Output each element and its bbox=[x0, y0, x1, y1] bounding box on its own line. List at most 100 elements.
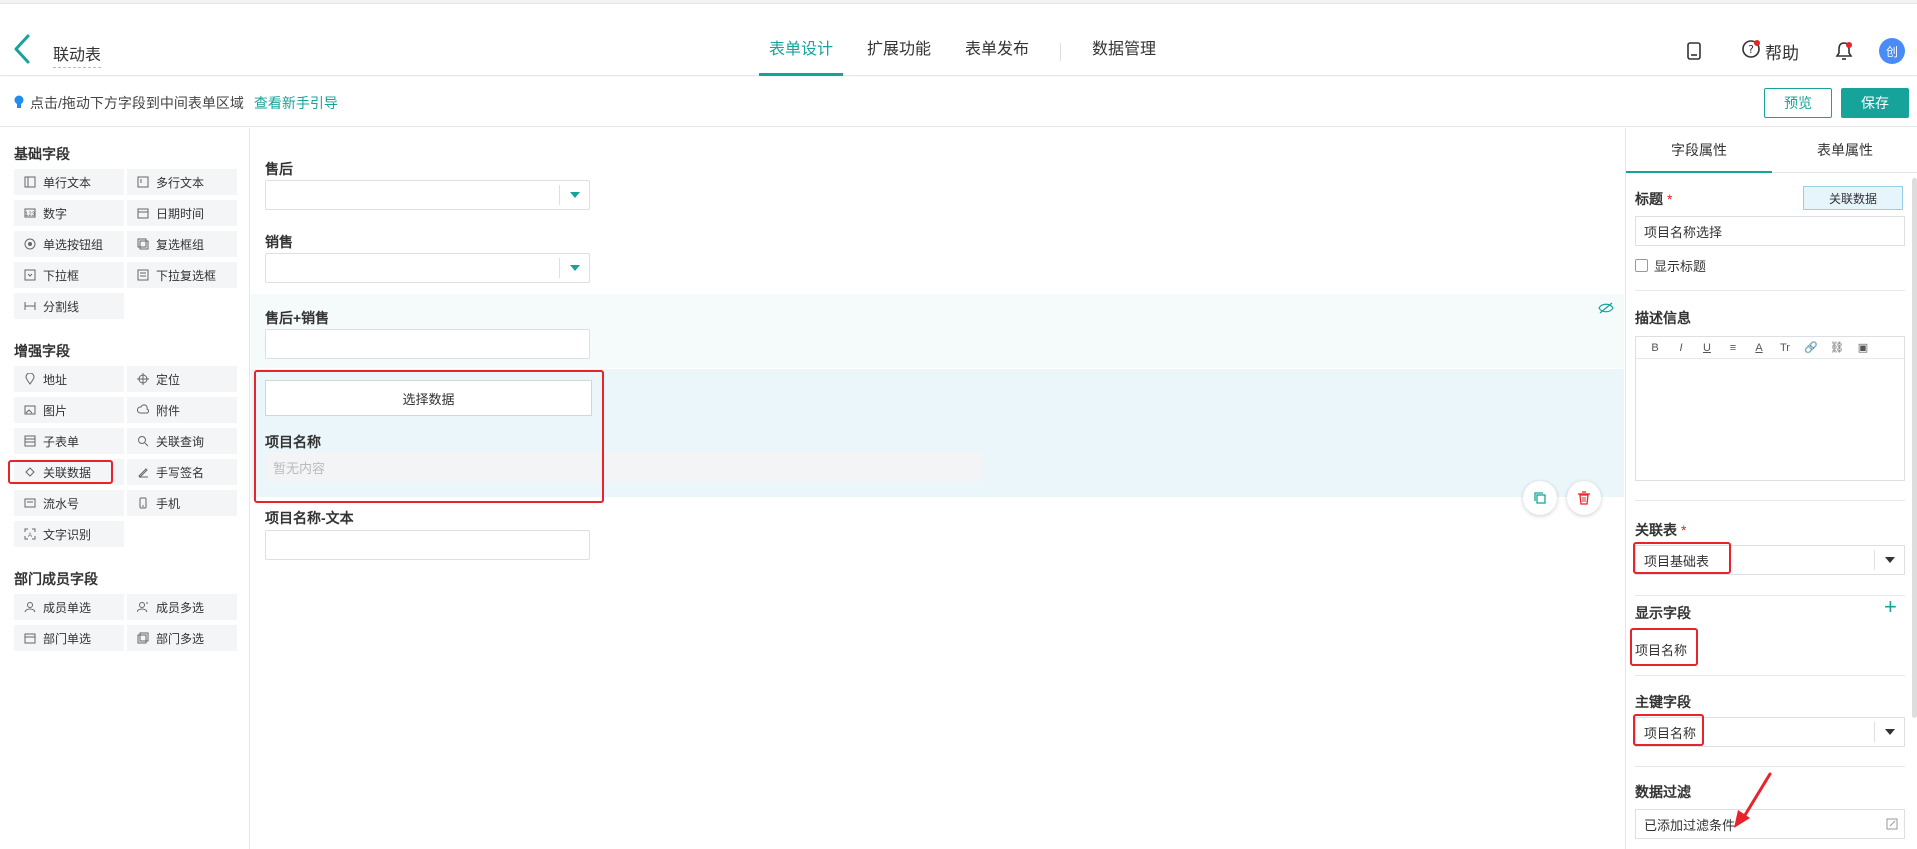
tab-extensions[interactable]: 扩展功能 bbox=[857, 28, 941, 76]
tab-form-properties[interactable]: 表单属性 bbox=[1772, 128, 1917, 172]
trash-icon[interactable] bbox=[1567, 481, 1601, 515]
back-arrow-icon[interactable] bbox=[12, 34, 32, 64]
bold-icon[interactable]: B bbox=[1642, 338, 1668, 358]
title-input[interactable]: 项目名称选择 bbox=[1635, 216, 1905, 246]
field-row-sum[interactable]: 售后+销售 bbox=[251, 294, 1624, 368]
tab-form-design[interactable]: 表单设计 bbox=[759, 28, 844, 76]
palette-item[interactable]: 附件 bbox=[127, 397, 237, 423]
link-icon[interactable]: 🔗 bbox=[1798, 338, 1824, 358]
palette-item[interactable]: 地址 bbox=[14, 366, 124, 392]
edit-icon[interactable] bbox=[1886, 818, 1898, 830]
field-label: 项目名称 bbox=[265, 434, 321, 450]
field-label: 售后+销售 bbox=[265, 310, 330, 326]
serial-icon bbox=[24, 497, 36, 509]
align-icon[interactable]: ≡ bbox=[1720, 338, 1746, 358]
project-name-text-input[interactable] bbox=[265, 530, 590, 560]
link-query-icon bbox=[137, 435, 149, 447]
save-button[interactable]: 保存 bbox=[1841, 88, 1909, 118]
sales-select[interactable] bbox=[265, 253, 590, 283]
italic-icon[interactable]: I bbox=[1668, 338, 1694, 358]
chevron-down-icon bbox=[1874, 722, 1904, 742]
filter-input[interactable]: 已添加过滤条件 bbox=[1635, 809, 1905, 839]
link-data-tag[interactable]: 关联数据 bbox=[1803, 186, 1903, 210]
eye-hidden-icon[interactable] bbox=[1598, 302, 1614, 317]
bell-icon[interactable] bbox=[1833, 40, 1855, 62]
svg-text:123: 123 bbox=[25, 212, 36, 218]
display-field-label: 显示字段 bbox=[1635, 605, 1691, 621]
show-title-row[interactable]: 显示标题 bbox=[1635, 256, 1706, 275]
multi-line-icon bbox=[137, 176, 149, 188]
font-size-icon[interactable]: Tr bbox=[1772, 338, 1798, 358]
palette-item[interactable]: 手机 bbox=[127, 490, 237, 516]
palette-item[interactable]: 复选框组 bbox=[127, 231, 237, 257]
palette-item[interactable]: A 文字识别 bbox=[14, 521, 124, 547]
palette-item[interactable]: 流水号 bbox=[14, 490, 124, 516]
svg-text:?: ? bbox=[1748, 43, 1754, 56]
font-color-icon[interactable]: A bbox=[1746, 338, 1772, 358]
location-pin-icon bbox=[24, 372, 36, 385]
help-button[interactable]: ? 帮助 bbox=[1741, 39, 1799, 64]
field-label: 销售 bbox=[265, 234, 293, 250]
palette-item[interactable]: 关联查询 bbox=[127, 428, 237, 454]
cloud-upload-icon bbox=[136, 404, 149, 416]
crosshair-icon bbox=[137, 373, 149, 385]
palette-item[interactable]: 单行文本 bbox=[14, 169, 124, 195]
guide-link[interactable]: 查看新手引导 bbox=[254, 93, 338, 113]
select-data-button[interactable]: 选择数据 bbox=[265, 380, 592, 416]
palette-item[interactable]: 定位 bbox=[127, 366, 237, 392]
palette-item[interactable]: 部门单选 bbox=[14, 625, 124, 651]
divider-icon bbox=[24, 300, 36, 312]
editor-body[interactable] bbox=[1636, 359, 1904, 480]
project-name-display: 暂无内容 bbox=[265, 452, 983, 482]
form-name[interactable]: 联动表 bbox=[53, 41, 102, 68]
unlink-icon[interactable]: ⛓ bbox=[1824, 338, 1850, 358]
palette-item[interactable]: 图片 bbox=[14, 397, 124, 423]
calendar-icon bbox=[137, 207, 149, 219]
preview-button[interactable]: 预览 bbox=[1764, 88, 1832, 118]
sum-input[interactable] bbox=[265, 329, 590, 359]
link-table-select[interactable]: 项目基础表 bbox=[1635, 545, 1905, 575]
palette-item-link-data[interactable]: 关联数据 bbox=[14, 459, 124, 485]
chevron-down-icon bbox=[559, 185, 589, 205]
palette-item[interactable]: 部门多选 bbox=[127, 625, 237, 651]
palette-item[interactable]: 分割线 bbox=[14, 293, 124, 319]
hint-text: 点击/拖动下方字段到中间表单区域 bbox=[30, 95, 244, 111]
group-title-basic: 基础字段 bbox=[14, 146, 70, 162]
scrollbar[interactable] bbox=[1912, 178, 1917, 718]
tab-form-publish[interactable]: 表单发布 bbox=[955, 28, 1039, 76]
after-sales-select[interactable] bbox=[265, 180, 590, 210]
ocr-icon: A bbox=[24, 528, 36, 540]
palette-item[interactable]: 日期时间 bbox=[127, 200, 237, 226]
filter-label: 数据过滤 bbox=[1635, 784, 1691, 800]
palette-item[interactable]: 成员单选 bbox=[14, 594, 124, 620]
show-title-checkbox[interactable] bbox=[1635, 259, 1648, 272]
palette-item[interactable]: 下拉框 bbox=[14, 262, 124, 288]
palette-item[interactable]: 下拉复选框 bbox=[127, 262, 237, 288]
copy-icon[interactable] bbox=[1523, 481, 1557, 515]
field-row-link-data[interactable]: 选择数据 项目名称 暂无内容 bbox=[251, 369, 1624, 497]
subform-icon bbox=[24, 435, 36, 447]
link-table-label: 关联表 * bbox=[1635, 522, 1687, 538]
palette-item[interactable]: 123 数字 bbox=[14, 200, 124, 226]
group-title-enhanced: 增强字段 bbox=[14, 343, 70, 359]
tab-data-management[interactable]: 数据管理 bbox=[1082, 28, 1166, 76]
palette-item[interactable]: 子表单 bbox=[14, 428, 124, 454]
palette-item[interactable]: 单选按钮组 bbox=[14, 231, 124, 257]
insert-image-icon[interactable]: ▣ bbox=[1850, 338, 1876, 358]
group-title-department: 部门成员字段 bbox=[14, 571, 98, 587]
palette-item[interactable]: 成员多选 bbox=[127, 594, 237, 620]
add-display-field-icon[interactable]: + bbox=[1884, 596, 1897, 618]
underline-icon[interactable]: U bbox=[1694, 338, 1720, 358]
field-label: 售后 bbox=[265, 161, 293, 177]
hint: 点击/拖动下方字段到中间表单区域 查看新手引导 bbox=[14, 93, 338, 113]
palette-item[interactable]: 多行文本 bbox=[127, 169, 237, 195]
avatar[interactable]: 创 bbox=[1879, 38, 1905, 64]
mobile-preview-icon[interactable] bbox=[1683, 40, 1705, 62]
description-editor[interactable]: B I U ≡ A Tr 🔗 ⛓ ▣ bbox=[1635, 336, 1905, 481]
palette-item[interactable]: 手写签名 bbox=[127, 459, 237, 485]
departments-icon bbox=[137, 632, 149, 644]
tab-field-properties[interactable]: 字段属性 bbox=[1626, 128, 1772, 173]
divider bbox=[1635, 290, 1905, 291]
key-field-select[interactable]: 项目名称 bbox=[1635, 717, 1905, 747]
title-label: 标题 * bbox=[1635, 191, 1673, 207]
